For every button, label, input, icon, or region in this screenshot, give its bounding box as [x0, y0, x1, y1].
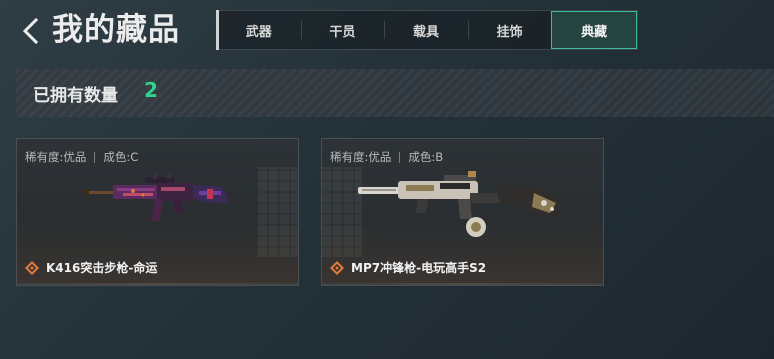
card-meta: 稀有度:优品 成色:B	[330, 149, 443, 165]
owned-count-value: 2	[144, 78, 158, 102]
page-title: 我的藏品	[52, 12, 180, 48]
meta-divider	[94, 151, 96, 163]
card-meta: 稀有度:优品 成色:C	[25, 149, 138, 165]
tab-collection[interactable]: 典藏	[551, 11, 637, 49]
card-grid-decoration	[322, 167, 362, 257]
tab-vehicles[interactable]: 载具	[384, 11, 468, 49]
k416-rifle-image	[82, 173, 229, 221]
tab-operators[interactable]: 干员	[300, 11, 385, 49]
category-tabs: 武器 干员 载具 挂饰 典藏	[216, 10, 638, 50]
collection-card[interactable]: 稀有度:优品 成色:C K416突击步枪-命运	[16, 138, 299, 286]
chevron-left-icon	[22, 18, 39, 44]
meta-divider	[399, 151, 401, 163]
condition-text: 成色:C	[103, 150, 139, 164]
item-name: K416突击步枪-命运	[46, 261, 158, 275]
tab-bar-edge	[216, 10, 219, 50]
diamond-rarity-icon	[25, 260, 39, 275]
mp7-smg-image	[357, 171, 564, 237]
card-grid-decoration	[258, 167, 298, 257]
condition-text: 成色:B	[408, 150, 444, 164]
rarity-text: 稀有度:优品	[330, 150, 392, 164]
card-name: K416突击步枪-命运	[25, 259, 157, 276]
card-name: MP7冲锋枪-电玩高手S2	[330, 259, 486, 276]
owned-count-bar: 已拥有数量 2	[16, 69, 774, 117]
tab-charms[interactable]: 挂饰	[467, 11, 552, 49]
back-button[interactable]	[14, 12, 48, 50]
item-name: MP7冲锋枪-电玩高手S2	[351, 261, 487, 275]
tab-weapons[interactable]: 武器	[217, 11, 301, 49]
collection-card[interactable]: 稀有度:优品 成色:B MP7冲锋枪-电玩高手S2	[321, 138, 604, 286]
rarity-text: 稀有度:优品	[25, 150, 87, 164]
diamond-rarity-icon	[330, 260, 344, 275]
owned-count-label: 已拥有数量	[33, 86, 118, 106]
